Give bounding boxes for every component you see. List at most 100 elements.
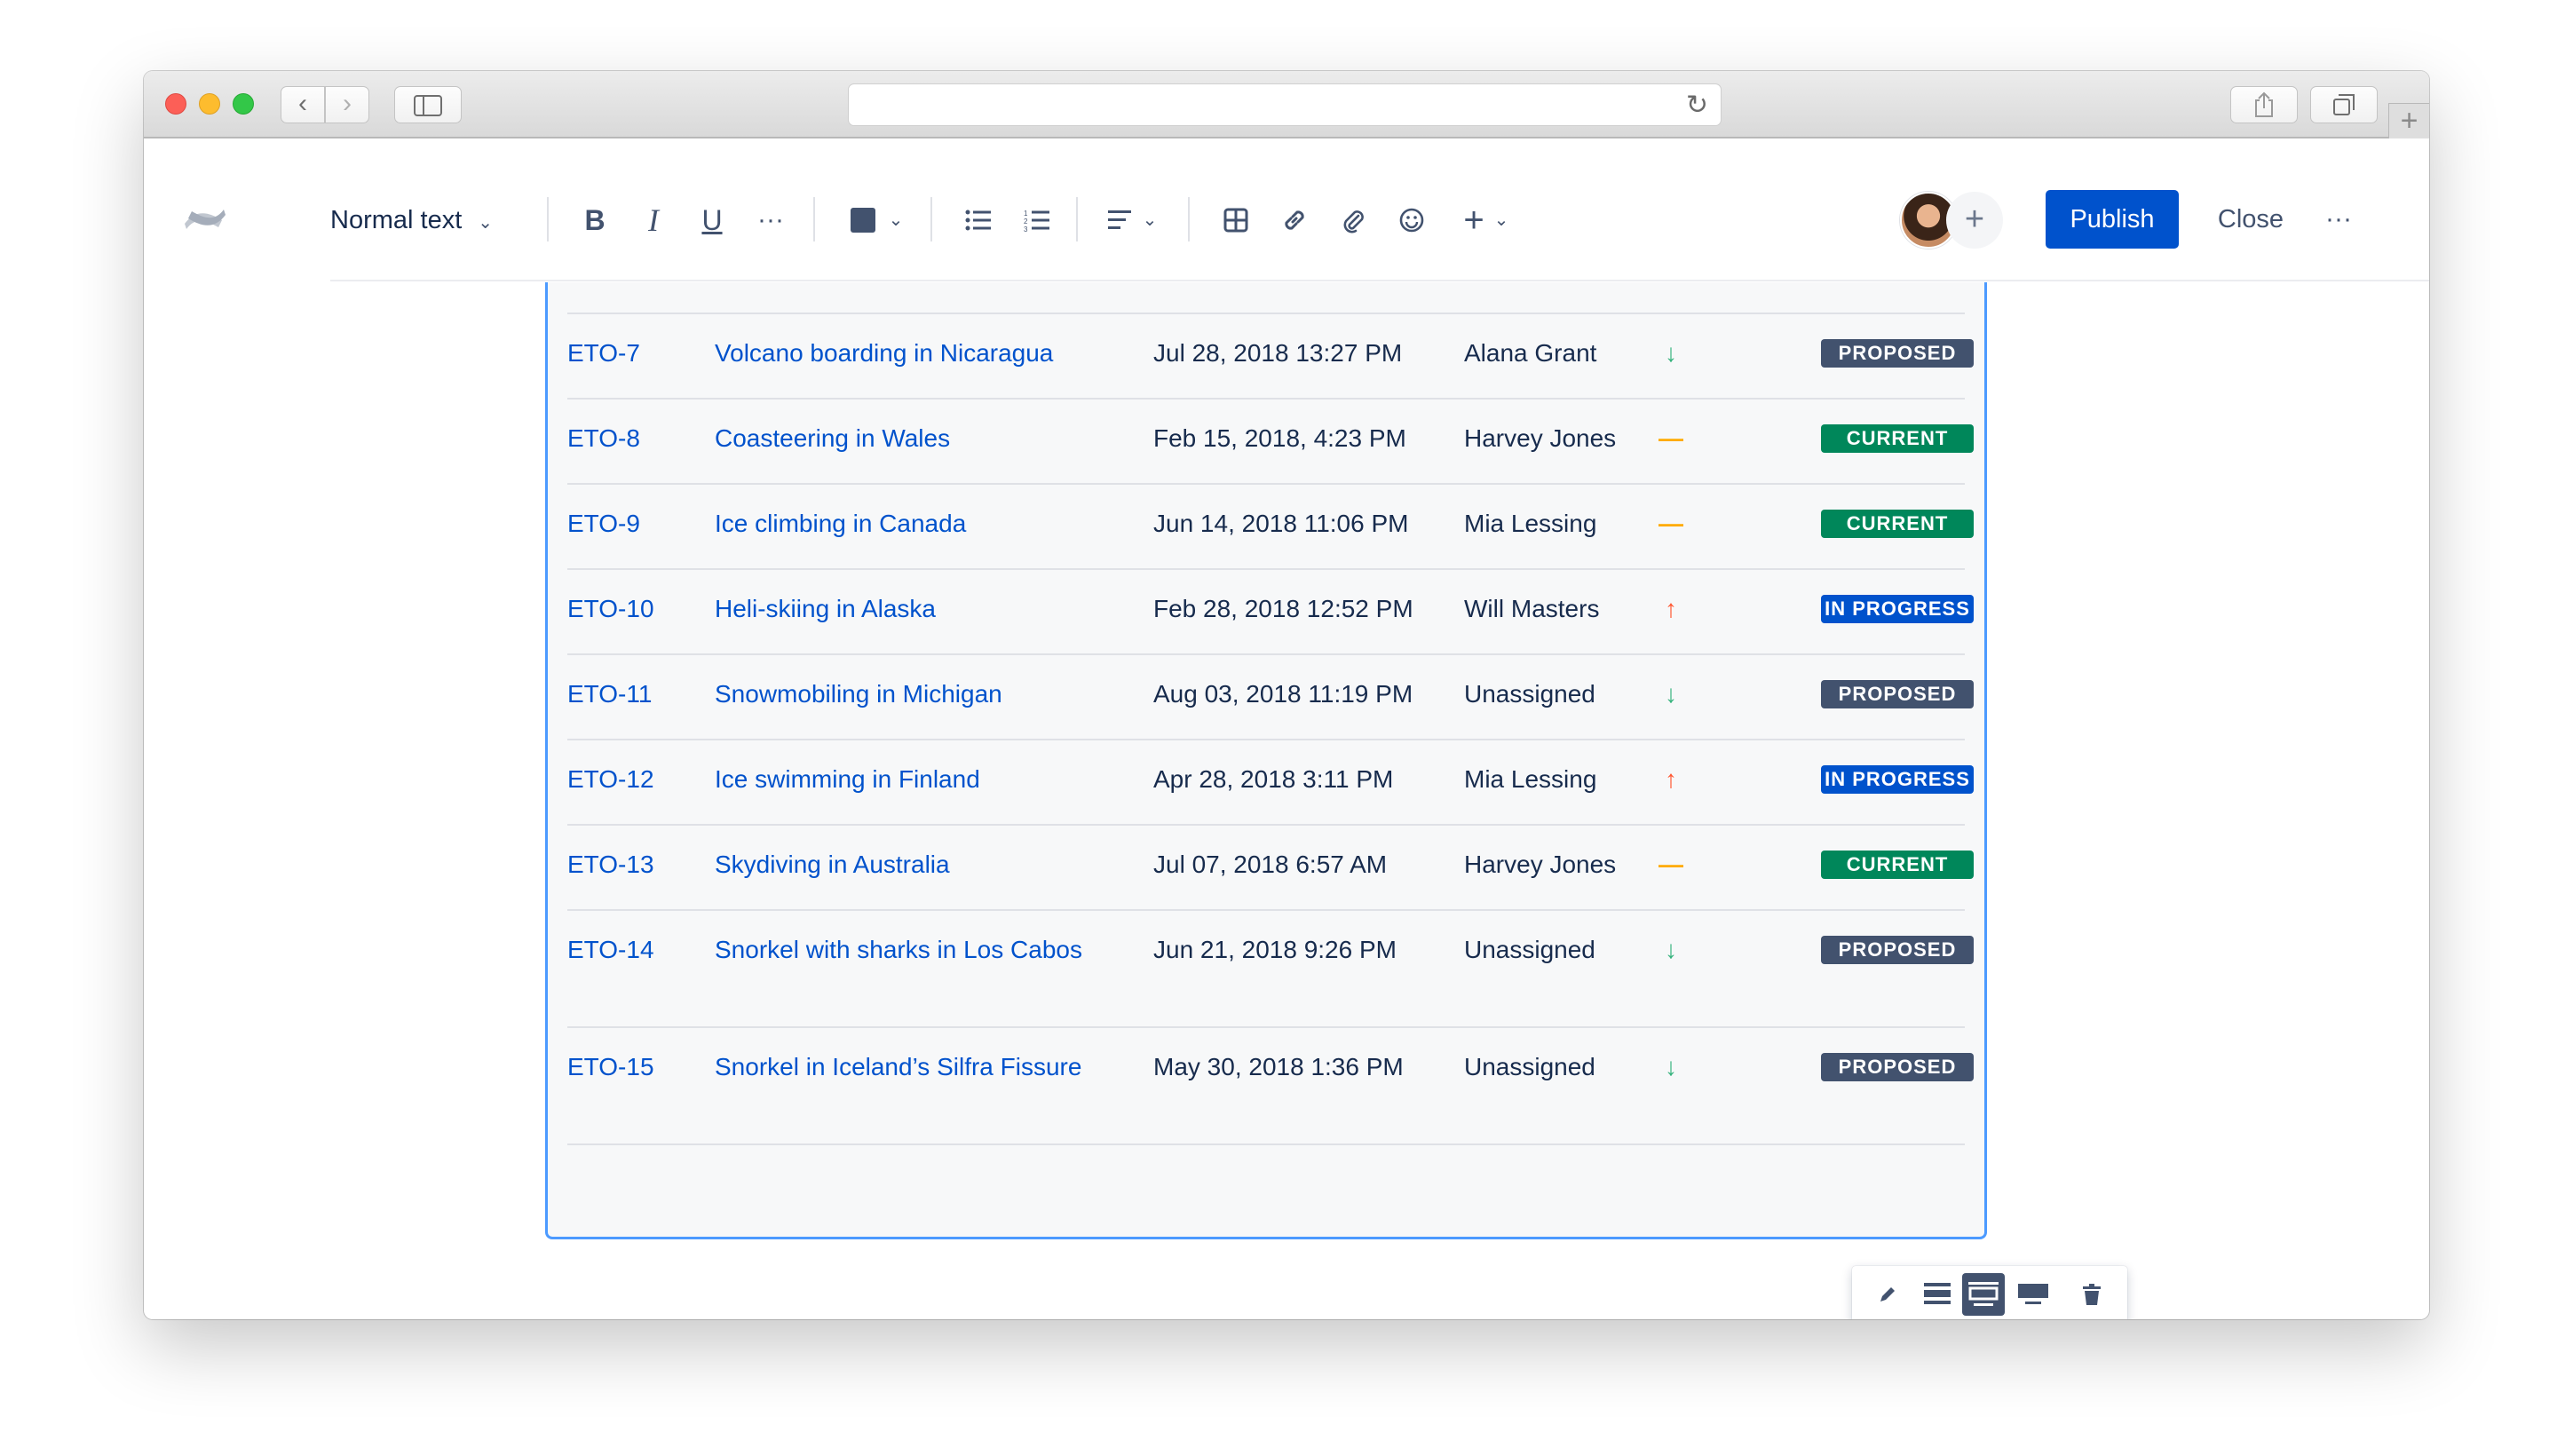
layout-normal-button[interactable] bbox=[1916, 1273, 1959, 1316]
issue-date: Feb 28, 2018 12:52 PM bbox=[1153, 595, 1413, 622]
text-color-button[interactable] bbox=[851, 208, 875, 233]
issue-key-link[interactable]: ETO-13 bbox=[567, 847, 654, 882]
align-left-icon bbox=[1108, 210, 1131, 229]
issue-summary-link[interactable]: Snorkel with sharks in Los Cabos bbox=[715, 932, 1088, 968]
insert-more-button[interactable]: + bbox=[1456, 195, 1492, 245]
issue-key-link[interactable]: ETO-7 bbox=[567, 336, 640, 371]
table-row: ETO-9 Ice climbing in Canada Jun 14, 2018 … bbox=[567, 485, 1974, 570]
underline-button[interactable]: U bbox=[693, 195, 732, 245]
issue-summary-link[interactable]: Ice climbing in Canada bbox=[715, 506, 1088, 542]
trash-icon bbox=[2083, 1284, 2101, 1305]
text-color-chevron-icon[interactable]: ⌄ bbox=[883, 195, 909, 245]
text-style-dropdown[interactable]: Normal text ⌄ bbox=[330, 195, 526, 245]
priority-medium-icon: — bbox=[1658, 424, 1683, 452]
edit-table-button[interactable] bbox=[1866, 1273, 1909, 1316]
close-window-button[interactable] bbox=[165, 93, 186, 115]
issue-key-link[interactable]: ETO-14 bbox=[567, 932, 654, 968]
issue-date: Jun 21, 2018 9:26 PM bbox=[1153, 936, 1397, 963]
more-formatting-button[interactable]: ··· bbox=[751, 195, 790, 245]
status-badge: IN PROGRESS bbox=[1821, 765, 1974, 794]
minimize-window-button[interactable] bbox=[199, 93, 220, 115]
sidebar-icon bbox=[414, 95, 442, 116]
status-badge: CURRENT bbox=[1821, 851, 1974, 879]
layout-full-width-button[interactable] bbox=[2012, 1273, 2054, 1316]
table-row: ETO-12 Ice swimming in Finland Apr 28, 201… bbox=[567, 740, 1974, 826]
issue-date: Aug 03, 2018 11:19 PM bbox=[1153, 680, 1413, 708]
jira-issues-table[interactable]: ETO-6 Sandboarding in Namibia Jul 28, 2018… bbox=[545, 282, 1987, 1239]
pencil-icon bbox=[1880, 1287, 1895, 1302]
numbered-list-icon: 1 2 3 bbox=[1024, 210, 1049, 233]
status-badge: PROPOSED bbox=[1821, 1053, 1974, 1081]
issue-date: Jul 28, 2018 13:27 PM bbox=[1153, 282, 1402, 286]
alignment-button[interactable] bbox=[1101, 195, 1140, 245]
issue-assignee: Unassigned bbox=[1464, 680, 1595, 708]
issue-assignee: Mia Lessing bbox=[1464, 510, 1597, 537]
issue-summary-link[interactable]: Snorkel in Iceland’s Silfra Fissure bbox=[715, 1049, 1088, 1085]
status-badge: CURRENT bbox=[1821, 424, 1974, 453]
issue-summary-link[interactable]: Coasteering in Wales bbox=[715, 421, 1088, 456]
issue-assignee: Harvey Jones bbox=[1464, 424, 1617, 452]
layout-wide-icon bbox=[1968, 1282, 1999, 1306]
address-bar[interactable]: ↻ bbox=[848, 83, 1722, 126]
issue-key-link[interactable]: ETO-8 bbox=[567, 421, 640, 456]
issue-key-link[interactable]: ETO-12 bbox=[567, 762, 654, 797]
layout-wide-button[interactable] bbox=[1962, 1273, 2005, 1316]
layout-normal-icon bbox=[1924, 1283, 1951, 1304]
priority-low-icon: ↓ bbox=[1665, 1053, 1677, 1080]
bold-button[interactable]: B bbox=[575, 195, 614, 245]
insert-link-button[interactable] bbox=[1275, 195, 1314, 245]
issue-summary-link[interactable]: Skydiving in Australia bbox=[715, 847, 1088, 882]
bullet-list-button[interactable] bbox=[959, 195, 998, 245]
close-button[interactable]: Close bbox=[2202, 190, 2300, 249]
priority-high-icon: ↑ bbox=[1665, 595, 1677, 622]
reload-icon[interactable]: ↻ bbox=[1686, 90, 1708, 121]
back-button[interactable]: ‹ bbox=[281, 86, 325, 123]
toolbar-divider bbox=[1076, 197, 1078, 241]
table-row: ETO-7 Volcano boarding in Nicaragua Jul 28… bbox=[567, 314, 1974, 400]
priority-low-icon: ↓ bbox=[1665, 680, 1677, 708]
attach-file-button[interactable] bbox=[1334, 195, 1373, 245]
sidebar-toggle-button[interactable] bbox=[394, 86, 462, 123]
table-row: ETO-10 Heli-skiing in Alaska Feb 28, 2018 … bbox=[567, 570, 1974, 655]
delete-table-button[interactable] bbox=[2070, 1273, 2113, 1316]
issue-summary-link[interactable]: Volcano boarding in Nicaragua bbox=[715, 336, 1088, 371]
more-actions-button[interactable]: ··· bbox=[2312, 190, 2365, 249]
confluence-logo-icon[interactable] bbox=[183, 197, 227, 241]
svg-text:2: 2 bbox=[1024, 218, 1028, 226]
issue-summary-link[interactable]: Ice swimming in Finland bbox=[715, 762, 1088, 797]
table-row: ETO-15 Snorkel in Iceland’s Silfra Fissur… bbox=[567, 1028, 1974, 1145]
issue-key-link[interactable]: ETO-11 bbox=[567, 677, 652, 712]
zoom-window-button[interactable] bbox=[233, 93, 254, 115]
forward-button[interactable]: › bbox=[325, 86, 369, 123]
status-badge: PROPOSED bbox=[1821, 936, 1974, 964]
publish-button[interactable]: Publish bbox=[2046, 190, 2179, 249]
italic-button[interactable]: I bbox=[634, 195, 673, 245]
insert-table-button[interactable] bbox=[1216, 195, 1255, 245]
table-icon bbox=[1223, 208, 1248, 233]
numbered-list-button[interactable]: 1 2 3 bbox=[1017, 195, 1057, 245]
toolbar-divider bbox=[547, 197, 549, 241]
alignment-chevron-icon[interactable]: ⌄ bbox=[1136, 195, 1163, 245]
add-collaborator-button[interactable]: + bbox=[1946, 192, 2003, 249]
table-floating-toolbar bbox=[1852, 1266, 2127, 1319]
issue-assignee: Alana Grant bbox=[1464, 339, 1597, 367]
issue-assignee: Unassigned bbox=[1464, 1053, 1595, 1080]
new-tab-button[interactable]: + bbox=[2388, 103, 2429, 138]
issue-assignee: Mia Lessing bbox=[1464, 765, 1597, 793]
issue-date: Jul 07, 2018 6:57 AM bbox=[1153, 851, 1388, 878]
share-button[interactable] bbox=[2230, 86, 2298, 123]
issue-key-link[interactable]: ETO-9 bbox=[567, 506, 640, 542]
issue-key-link[interactable]: ETO-15 bbox=[567, 1049, 654, 1085]
table-row: ETO-8 Coasteering in Wales Feb 15, 2018, 4… bbox=[567, 400, 1974, 485]
issue-key-link[interactable]: ETO-6 bbox=[567, 282, 640, 286]
insert-chevron-icon[interactable]: ⌄ bbox=[1488, 195, 1515, 245]
emoji-button[interactable] bbox=[1392, 195, 1431, 245]
issue-summary-link[interactable]: Sandboarding in Namibia bbox=[715, 282, 1088, 286]
issue-summary-link[interactable]: Heli-skiing in Alaska bbox=[715, 591, 1088, 627]
issue-summary-link[interactable]: Snowmobiling in Michigan bbox=[715, 677, 1088, 712]
priority-low-icon: ↓ bbox=[1665, 936, 1677, 963]
issue-date: Jul 28, 2018 13:27 PM bbox=[1153, 339, 1403, 367]
issue-assignee: Unassigned bbox=[1464, 936, 1595, 963]
issue-key-link[interactable]: ETO-10 bbox=[567, 591, 654, 627]
tab-overview-button[interactable] bbox=[2310, 86, 2378, 123]
